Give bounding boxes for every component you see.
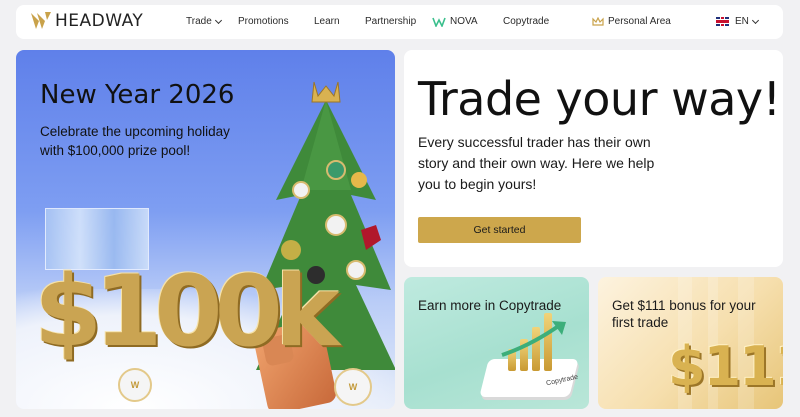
headway-logo[interactable]: HEADWAY bbox=[30, 11, 143, 31]
nova-icon bbox=[432, 17, 446, 27]
chevron-down-icon bbox=[751, 16, 759, 24]
hero-card: Trade your way! Every successful trader … bbox=[404, 50, 783, 267]
chevron-down-icon bbox=[214, 16, 222, 24]
copytrade-card[interactable]: Earn more in Copytrade Copytrade bbox=[404, 277, 589, 409]
growth-arrow-icon bbox=[501, 321, 566, 357]
nav-partnership[interactable]: Partnership bbox=[365, 16, 416, 27]
headway-logo-icon bbox=[31, 12, 51, 29]
crown-icon bbox=[592, 16, 604, 26]
bonus-111-graphic: $111 bbox=[668, 335, 783, 398]
nav-trade-label: Trade bbox=[186, 16, 212, 27]
nav-learn[interactable]: Learn bbox=[314, 16, 340, 27]
headway-coin-icon: W bbox=[334, 368, 372, 406]
new-year-promo-card[interactable]: $100k W W New Year 2026 Celebrate the up… bbox=[16, 50, 395, 409]
nav-promotions-label: Promotions bbox=[238, 16, 289, 27]
uk-flag-icon bbox=[716, 17, 729, 26]
nav-copytrade[interactable]: Copytrade bbox=[503, 16, 549, 27]
nav-promotions[interactable]: Promotions bbox=[238, 16, 289, 27]
copytrade-card-title: Earn more in Copytrade bbox=[418, 298, 562, 313]
top-navigation-bar: HEADWAY Trade Promotions Learn Partnersh… bbox=[16, 5, 783, 39]
nav-nova[interactable]: NOVA bbox=[432, 16, 478, 27]
nav-learn-label: Learn bbox=[314, 16, 340, 27]
nav-nova-label: NOVA bbox=[450, 16, 478, 27]
nav-partnership-label: Partnership bbox=[365, 16, 417, 27]
get-started-button[interactable]: Get started bbox=[418, 217, 581, 243]
hero-title: Trade your way! bbox=[418, 72, 781, 126]
headway-coin-icon: W bbox=[118, 368, 152, 402]
hero-description: Every successful trader has their own st… bbox=[418, 134, 655, 192]
language-label: EN bbox=[735, 16, 749, 27]
nav-personal-area[interactable]: Personal Area bbox=[592, 16, 671, 27]
nav-personal-area-label: Personal Area bbox=[608, 16, 671, 27]
bonus-card-title: Get $111 bonus for your first trade bbox=[612, 298, 756, 330]
bonus-card[interactable]: $111 Get $111 bonus for your first trade bbox=[598, 277, 783, 409]
nav-copytrade-label: Copytrade bbox=[503, 16, 550, 27]
promo-title: New Year 2026 bbox=[40, 80, 235, 110]
promo-subtitle: Celebrate the upcoming holiday with $100… bbox=[40, 124, 230, 158]
logo-text: HEADWAY bbox=[55, 11, 144, 31]
balloon-text-100k: $100k bbox=[34, 255, 340, 369]
nav-trade[interactable]: Trade bbox=[186, 16, 222, 27]
language-selector[interactable]: EN bbox=[716, 16, 759, 27]
